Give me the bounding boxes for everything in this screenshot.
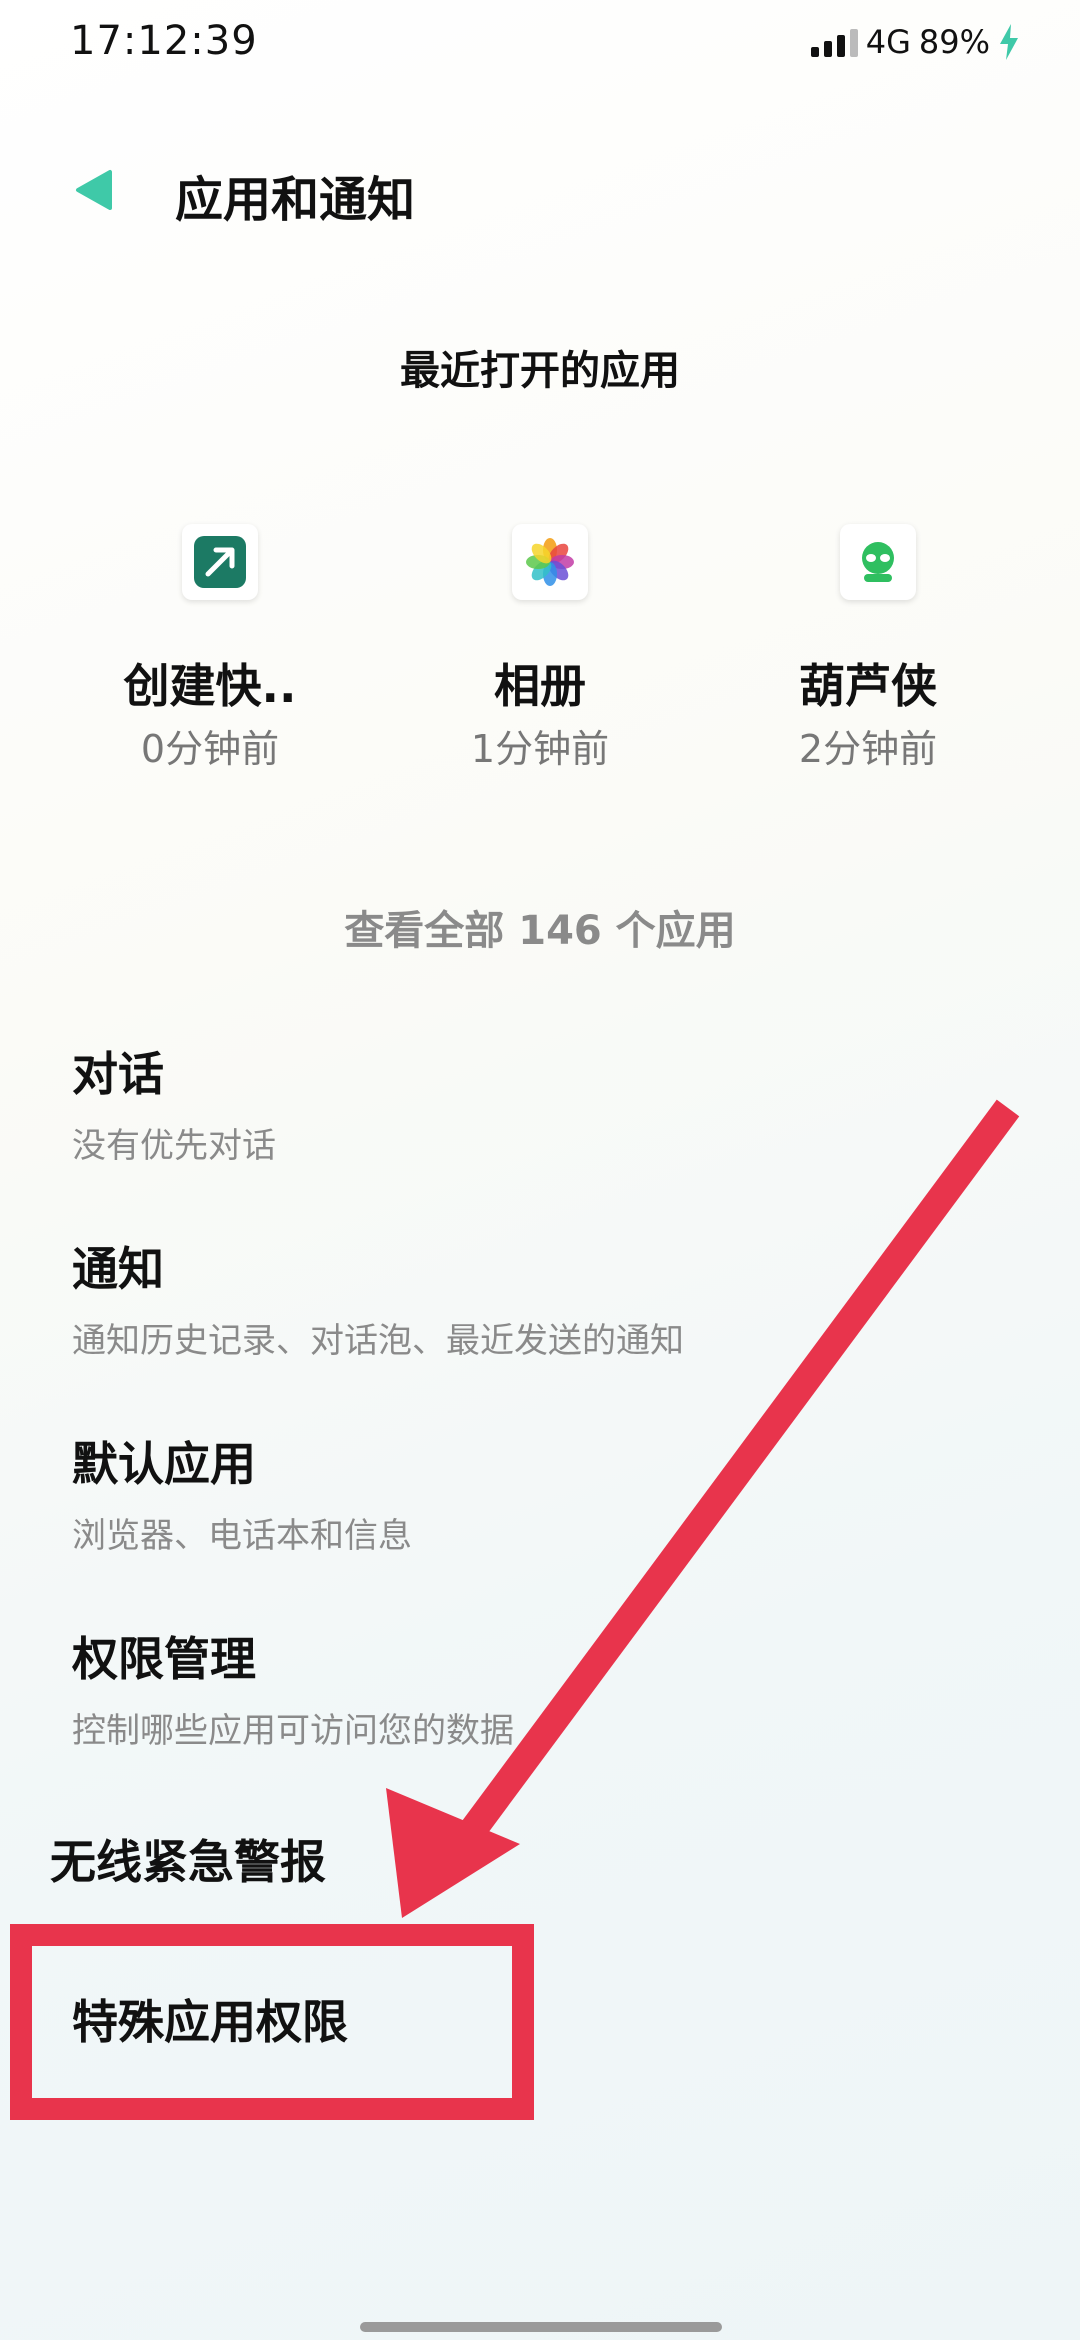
annotation-arrow-icon [386, 1099, 1020, 1918]
home-indicator[interactable] [360, 2322, 722, 2332]
